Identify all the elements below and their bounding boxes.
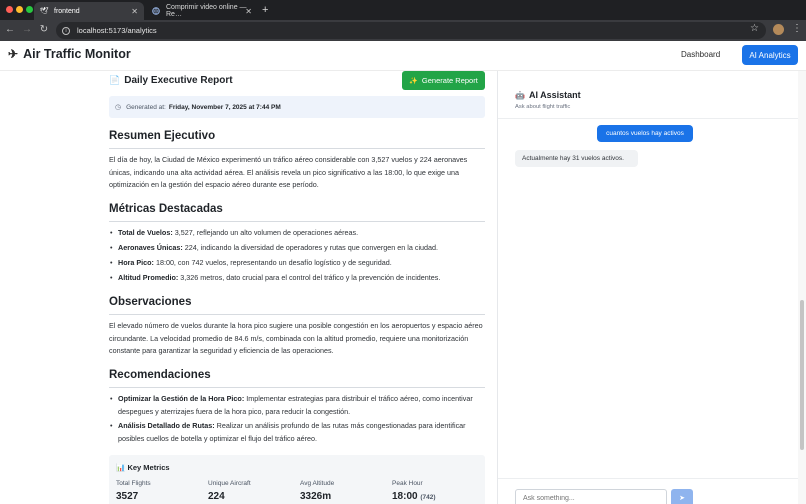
- metric-label: Avg Altitude: [300, 480, 335, 487]
- generated-at-label: Generated at:: [126, 103, 166, 111]
- close-window-button[interactable]: [6, 6, 13, 13]
- list-item: • Altitud Promedio: 3,326 metros, dato cr…: [110, 273, 441, 282]
- browser-tab-bar: 🕊 frontend ✕ Comprimir video online — Re…: [0, 0, 806, 20]
- sparkle-icon: ✨: [409, 77, 418, 85]
- heading-divider: [109, 221, 485, 222]
- metric-label: Unique Aircraft: [208, 480, 251, 487]
- minimize-window-button[interactable]: [16, 6, 23, 13]
- assistant-message: Actualmente hay 31 vuelos activos.: [515, 150, 638, 167]
- metric-label: Peak Hour: [392, 480, 423, 487]
- heading-observaciones: Observaciones: [109, 296, 192, 308]
- generate-report-label: Generate Report: [421, 76, 478, 85]
- tab-frontend[interactable]: 🕊 frontend ✕: [34, 2, 144, 20]
- app-header: ✈ Air Traffic Monitor Dashboard AI Analy…: [0, 41, 806, 71]
- tab-title: Comprimir video online — Re…: [166, 4, 247, 18]
- forward-icon[interactable]: →: [21, 24, 33, 36]
- browser-toolbar: ← → ↻ i localhost:5173/analytics ☆ ⋮: [0, 20, 806, 41]
- metric-total-flights: Total Flights 3527: [116, 480, 151, 502]
- metric-avg-altitude: Avg Altitude 3326m: [300, 480, 334, 502]
- metric-value: 3527: [116, 491, 139, 502]
- user-message: cuantos vuelos hay activos: [597, 125, 693, 142]
- report-title-text: Daily Executive Report: [124, 75, 233, 86]
- heading-resumen: Resumen Ejecutivo: [109, 130, 216, 142]
- scrollbar-thumb[interactable]: [800, 300, 804, 450]
- list-item: • Aeronaves Únicas: 224, indicando la div…: [110, 243, 439, 252]
- heading-divider: [109, 387, 485, 388]
- more-menu-icon[interactable]: ⋮: [792, 23, 802, 34]
- report-title: 📄 Daily Executive Report: [109, 75, 233, 86]
- generate-report-button[interactable]: ✨ Generate Report: [402, 71, 485, 90]
- close-tab-icon[interactable]: ✕: [131, 7, 138, 16]
- list-item: • Total de Vuelos: 3,527, reflejando un a…: [110, 228, 359, 237]
- tab-comprimir-video[interactable]: Comprimir video online — Re… ✕: [146, 2, 258, 20]
- robot-icon: 🤖: [515, 90, 525, 100]
- send-icon: ➤: [679, 495, 685, 502]
- clock-icon: ◷: [115, 104, 122, 111]
- metric-value: 3326m: [300, 491, 332, 502]
- heading-divider: [109, 148, 485, 149]
- site-info-icon[interactable]: i: [62, 26, 70, 35]
- airplane-icon: ✈: [8, 47, 19, 61]
- generated-at-banner: ◷ Generated at: Friday, November 7, 2025…: [109, 96, 485, 118]
- tab-title: frontend: [54, 7, 80, 15]
- report-panel: 📄 Daily Executive Report ✨ Generate Repo…: [0, 71, 497, 504]
- document-icon: 📄: [109, 75, 121, 85]
- heading-divider: [109, 314, 485, 315]
- assistant-header: 🤖 AI Assistant Ask about flight traffic: [498, 71, 798, 119]
- key-metrics-card: 📊 Key Metrics Total Flights 3527 Unique …: [109, 455, 485, 504]
- new-tab-button[interactable]: +: [262, 3, 268, 17]
- heading-recomendaciones: Recomendaciones: [109, 369, 211, 381]
- metric-peak-hour: Peak Hour 18:00 (742): [392, 480, 436, 502]
- chart-icon: 📊: [116, 463, 128, 472]
- maximize-window-button[interactable]: [26, 6, 33, 13]
- brand-title: Air Traffic Monitor: [23, 47, 131, 61]
- nav-ai-analytics-button[interactable]: AI Analytics: [742, 45, 798, 65]
- bookmark-star-icon[interactable]: ☆: [750, 23, 759, 34]
- key-metrics-title: 📊 Key Metrics: [116, 463, 170, 472]
- brand[interactable]: ✈ Air Traffic Monitor: [8, 47, 131, 61]
- observaciones-paragraph: El elevado número de vuelos durante la h…: [109, 321, 483, 355]
- assistant-input-bar: ➤: [498, 478, 798, 504]
- generated-at-value: Friday, November 7, 2025 at 7:44 PM: [168, 103, 281, 111]
- reload-icon[interactable]: ↻: [38, 24, 50, 36]
- nav-dashboard-link[interactable]: Dashboard: [681, 50, 720, 59]
- assistant-title: 🤖 AI Assistant: [515, 90, 581, 100]
- bird-icon: 🕊: [39, 8, 49, 15]
- assistant-subtitle: Ask about flight traffic: [515, 104, 571, 110]
- list-item: • Optimizar la Gestión de la Hora Pico: I…: [110, 394, 473, 416]
- metric-value: 18:00 (742): [392, 491, 436, 502]
- send-button[interactable]: ➤: [671, 489, 693, 504]
- close-tab-icon[interactable]: ✕: [245, 7, 252, 16]
- list-item: • Análisis Detallado de Rutas: Realizar u…: [110, 421, 466, 443]
- resumen-paragraph: El día de hoy, la Ciudad de México exper…: [109, 155, 468, 189]
- metric-value: 224: [208, 491, 225, 502]
- address-url: localhost:5173/analytics: [77, 26, 157, 35]
- back-icon[interactable]: ←: [4, 24, 16, 36]
- globe-icon: [152, 7, 160, 15]
- metric-unique-aircraft: Unique Aircraft 224: [208, 480, 251, 502]
- ask-input[interactable]: [515, 489, 667, 504]
- metric-label: Total Flights: [116, 480, 151, 487]
- assistant-panel: 🤖 AI Assistant Ask about flight traffic …: [498, 71, 798, 504]
- list-item: • Hora Pico: 18:00, con 742 vuelos, repre…: [110, 258, 392, 267]
- assistant-title-text: AI Assistant: [528, 90, 581, 100]
- address-bar[interactable]: i localhost:5173/analytics: [56, 22, 766, 39]
- avatar[interactable]: [773, 24, 784, 35]
- heading-metricas: Métricas Destacadas: [109, 203, 223, 215]
